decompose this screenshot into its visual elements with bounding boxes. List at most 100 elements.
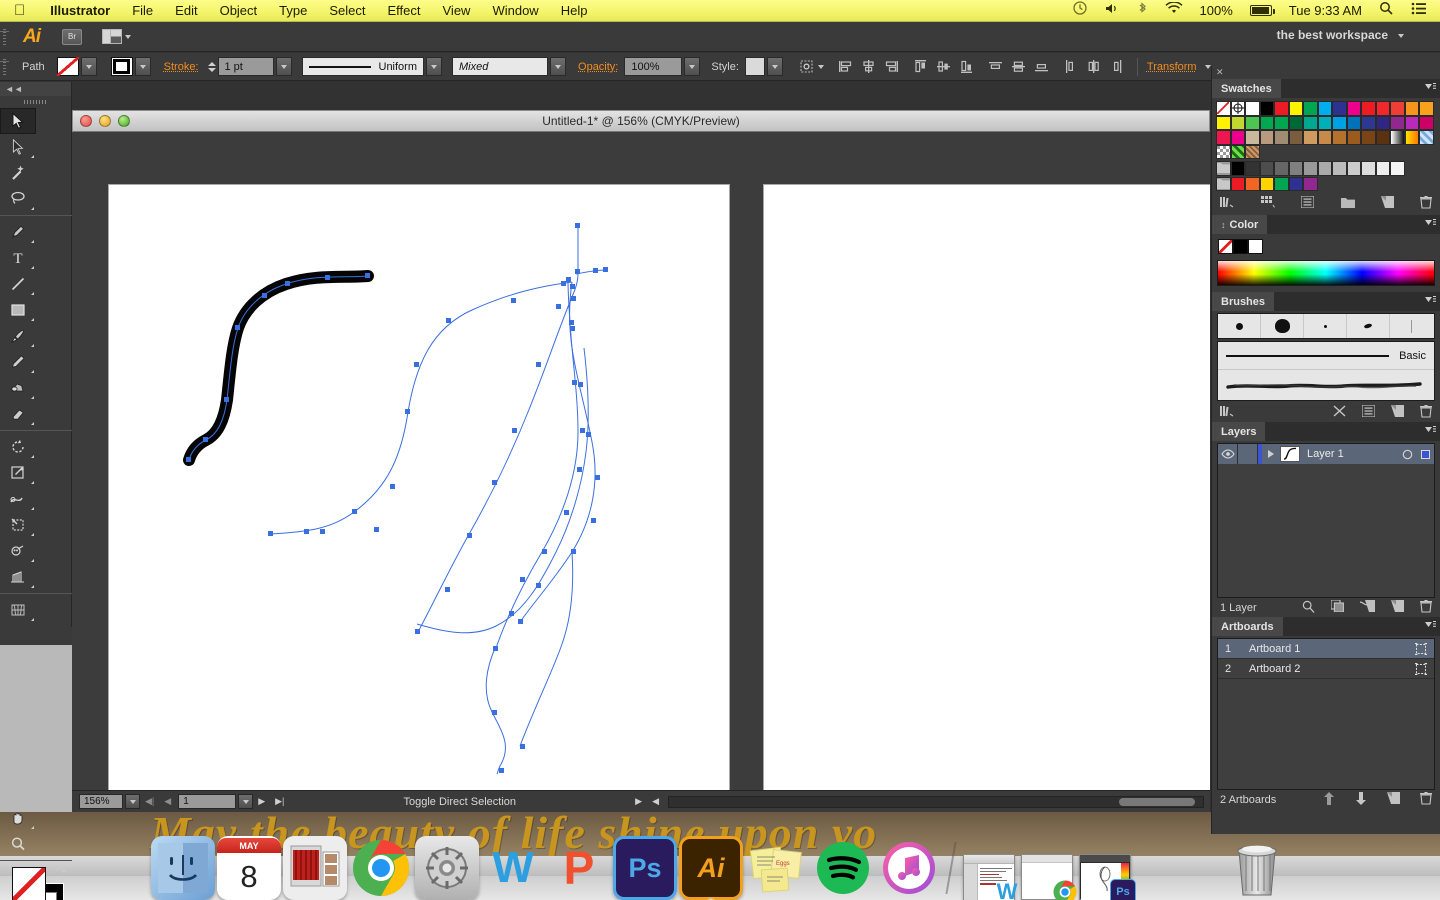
page-number-dropdown[interactable] <box>238 794 254 809</box>
eraser-tool[interactable] <box>0 401 36 427</box>
variable-width-dropdown[interactable] <box>550 57 567 76</box>
variable-width-field[interactable]: Mixed <box>452 57 549 76</box>
distribute-bottom-icon[interactable] <box>1034 59 1049 74</box>
artboard-name[interactable]: Artboard 1 <box>1240 643 1408 655</box>
swatch-bright-6[interactable] <box>1303 176 1318 191</box>
page-number-field[interactable]: 1 <box>178 794 237 809</box>
swatch-cell-0-9[interactable] <box>1346 101 1361 116</box>
tab-brushes[interactable]: Brushes <box>1212 292 1275 311</box>
dock-item-google-chrome[interactable] <box>349 836 413 900</box>
align-to-selection-button[interactable] <box>799 59 824 74</box>
swatch-cell-0-6[interactable] <box>1303 101 1318 116</box>
menu-effect[interactable]: Effect <box>376 0 431 22</box>
color-panel-menu-icon[interactable] <box>1425 219 1436 229</box>
layer-visibility-eye-icon[interactable] <box>1218 444 1238 464</box>
swatch-cell-0-13[interactable] <box>1404 101 1419 116</box>
shape-builder-tool[interactable] <box>0 538 36 564</box>
swatch-bright-2[interactable] <box>1245 176 1260 191</box>
menu-file[interactable]: File <box>121 0 164 22</box>
swatch-gray-3[interactable] <box>1259 161 1274 176</box>
swatch-bright-3[interactable] <box>1259 176 1274 191</box>
fill-color-box[interactable] <box>12 867 46 900</box>
artboard-options-icon[interactable] <box>1408 642 1434 656</box>
direct-selection-tool[interactable] <box>0 134 36 160</box>
tab-swatches[interactable]: Swatches <box>1212 79 1281 98</box>
menu-type[interactable]: Type <box>268 0 318 22</box>
swatch-gray-8[interactable] <box>1332 161 1347 176</box>
swatch-cell-1-7[interactable] <box>1317 115 1332 130</box>
color-spectrum-ramp[interactable] <box>1217 260 1435 286</box>
selection-tool[interactable] <box>0 108 36 134</box>
swatch-cell-0-10[interactable] <box>1361 101 1376 116</box>
artboard-row-1[interactable]: 1 Artboard 1 <box>1218 639 1434 659</box>
swatch-cell-0-7[interactable] <box>1317 101 1332 116</box>
brushes-thumbnail-row[interactable] <box>1217 313 1435 339</box>
menubar-clock[interactable]: Tue 9:33 AM <box>1281 0 1370 22</box>
tab-artboards[interactable]: Artboards <box>1212 617 1283 636</box>
pencil-tool[interactable] <box>0 349 36 375</box>
brush-speck-icon[interactable] <box>1304 314 1347 338</box>
remove-brush-stroke-icon[interactable] <box>1333 405 1346 420</box>
swatch-cell-2-10[interactable] <box>1361 130 1376 145</box>
swatch-cell-1-1[interactable] <box>1230 115 1245 130</box>
dock-minimized-word-document[interactable]: W <box>963 854 1017 900</box>
tab-layers[interactable]: Layers <box>1212 422 1266 441</box>
dock-item-calendar[interactable]: MAY 8 <box>217 836 281 900</box>
menu-object[interactable]: Object <box>209 0 269 22</box>
tab-color[interactable]: ↕ Color <box>1212 215 1268 234</box>
swatch-bright-0[interactable] <box>1216 176 1231 191</box>
swatch-cell-0-14[interactable] <box>1419 101 1434 116</box>
swatch-gray-1[interactable] <box>1230 161 1245 176</box>
swatch-cell-0-12[interactable] <box>1390 101 1405 116</box>
brush-oval-icon[interactable] <box>1347 314 1390 338</box>
layers-list[interactable]: Layer 1 <box>1217 443 1435 598</box>
swatch-cell-2-0[interactable] <box>1216 130 1231 145</box>
magic-wand-tool[interactable] <box>0 160 36 186</box>
align-top-icon[interactable] <box>913 59 928 74</box>
notification-center-icon[interactable] <box>1402 0 1436 22</box>
horizontal-scrollbar[interactable] <box>668 795 1204 808</box>
swatches-panel-header[interactable]: Swatches <box>1212 79 1440 98</box>
layer-disclosure-triangle[interactable] <box>1262 444 1280 464</box>
menu-help[interactable]: Help <box>550 0 599 22</box>
align-left-icon[interactable] <box>838 59 853 74</box>
width-tool[interactable] <box>0 486 36 512</box>
zoom-tool[interactable] <box>0 831 36 857</box>
swatch-cell-2-13[interactable] <box>1404 130 1419 145</box>
swatch-cell-1-14[interactable] <box>1419 115 1434 130</box>
opacity-label[interactable]: Opacity: <box>578 61 618 73</box>
menu-view[interactable]: View <box>432 0 482 22</box>
pen-tool[interactable] <box>0 219 36 245</box>
swatch-cell-0-11[interactable] <box>1375 101 1390 116</box>
stroke-weight-label[interactable]: Stroke: <box>164 61 199 73</box>
swatch-cell-0-1[interactable] <box>1230 101 1245 116</box>
swatch-cell-1-13[interactable] <box>1404 115 1419 130</box>
next-page-button[interactable]: ▶ <box>253 796 270 807</box>
dock-item-system-preferences[interactable] <box>415 836 479 900</box>
swatch-cell-1-3[interactable] <box>1259 115 1274 130</box>
artboard-name[interactable]: Artboard 2 <box>1240 663 1408 675</box>
artboard-row-2[interactable]: 2 Artboard 2 <box>1218 659 1434 679</box>
make-clipping-mask-icon[interactable] <box>1330 599 1344 615</box>
delete-layer-icon[interactable] <box>1420 599 1432 616</box>
swatch-cell-1-8[interactable] <box>1332 115 1347 130</box>
swatch-cell-0-5[interactable] <box>1288 101 1303 116</box>
swatches-gray-row[interactable] <box>1216 161 1430 176</box>
mesh-tool[interactable] <box>0 597 36 623</box>
opacity-dropdown[interactable] <box>684 57 701 76</box>
previous-page-button[interactable]: ◀ <box>159 796 176 807</box>
color-panel-header[interactable]: ↕ Color <box>1212 215 1440 234</box>
swatch-libraries-icon[interactable] <box>1220 196 1235 211</box>
dock-item-microsoft-word[interactable]: W <box>481 836 545 900</box>
dock-item-microsoft-powerpoint[interactable]: P <box>547 836 611 900</box>
first-page-button[interactable]: ◀| <box>140 796 159 807</box>
swatch-cell-1-4[interactable] <box>1274 115 1289 130</box>
spotlight-search-icon[interactable] <box>1370 0 1402 22</box>
swatch-cell-1-11[interactable] <box>1375 115 1390 130</box>
scroll-left-button[interactable]: ◀ <box>647 796 664 807</box>
brushes-list[interactable]: Basic <box>1217 341 1435 401</box>
swatch-options-icon[interactable] <box>1300 195 1315 211</box>
menu-select[interactable]: Select <box>318 0 376 22</box>
dock-item-adobe-photoshop[interactable]: Ps <box>613 836 677 900</box>
zoom-level-field[interactable]: 156% <box>79 794 123 809</box>
